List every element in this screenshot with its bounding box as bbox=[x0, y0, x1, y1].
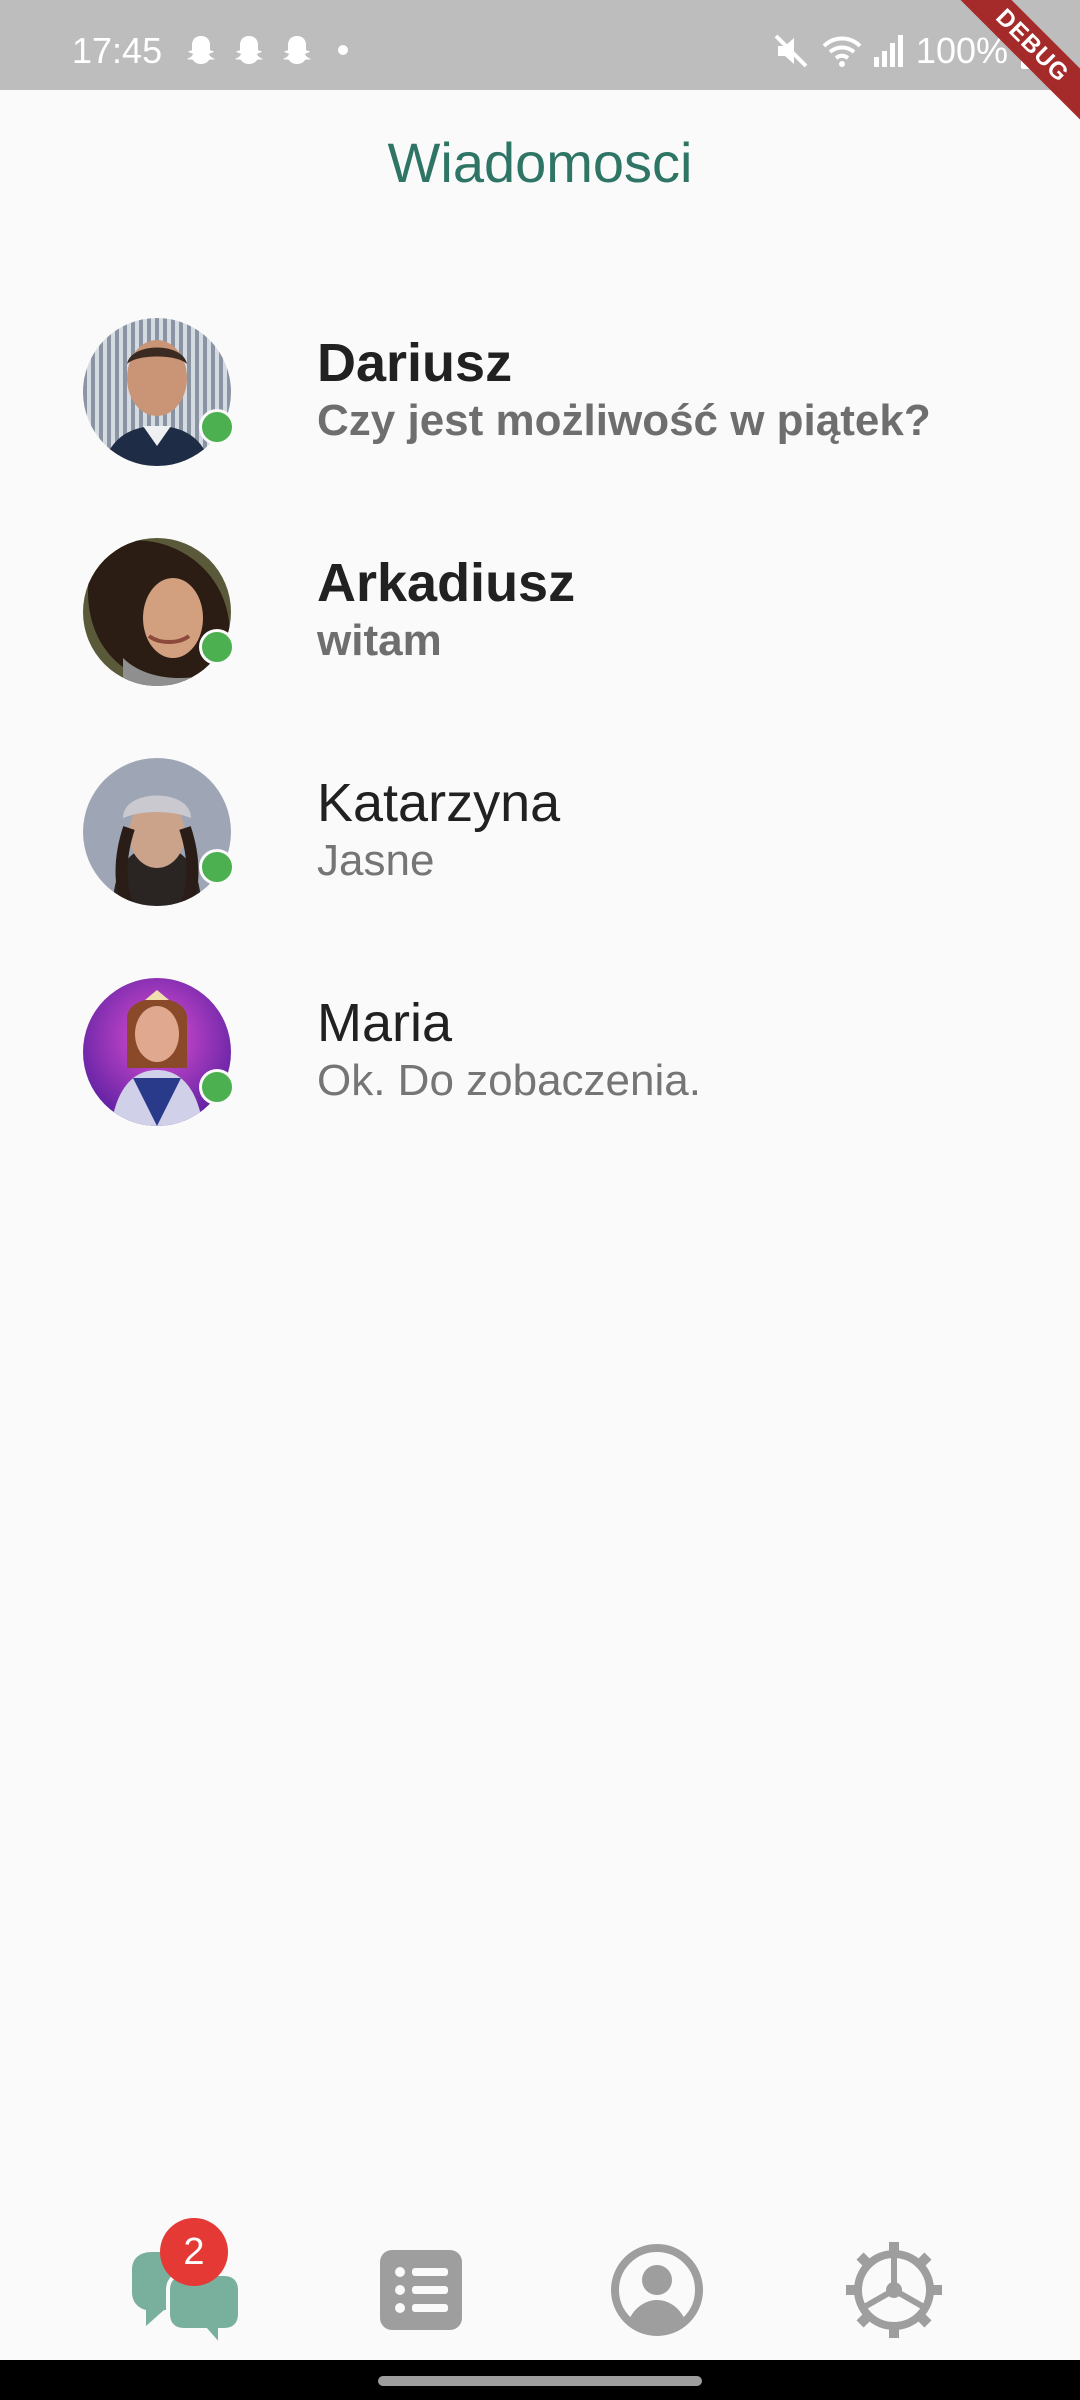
unread-badge: 2 bbox=[160, 2218, 228, 2286]
nav-profile-tab[interactable] bbox=[597, 2230, 717, 2350]
status-bar: 17:45 100% DEBUG bbox=[0, 0, 1080, 137]
nav-list-tab[interactable] bbox=[360, 2230, 480, 2350]
chat-name: Maria bbox=[317, 993, 453, 1053]
chat-last-message: Czy jest możliwość w piątek? bbox=[317, 396, 931, 445]
chat-last-message: Jasne bbox=[317, 836, 435, 885]
avatar bbox=[83, 978, 231, 1126]
signal-icon bbox=[873, 35, 903, 67]
chat-item-maria[interactable]: Maria Ok. Do zobaczenia. bbox=[0, 960, 1080, 1180]
home-indicator[interactable] bbox=[378, 2376, 702, 2386]
settings-gear-icon bbox=[846, 2242, 942, 2338]
nav-messages-tab[interactable]: 2 bbox=[124, 2218, 244, 2352]
chat-name: Dariusz bbox=[317, 333, 513, 393]
battery-percentage: 100% bbox=[915, 30, 1008, 71]
avatar bbox=[83, 318, 231, 466]
chat-item-katarzyna[interactable]: Katarzyna Jasne bbox=[0, 740, 1080, 960]
list-icon bbox=[380, 2250, 462, 2330]
avatar bbox=[83, 538, 231, 686]
chat-item-dariusz[interactable]: Dariusz Czy jest możliwość w piątek? bbox=[0, 300, 1080, 520]
status-time: 17:45 bbox=[72, 30, 163, 71]
chat-item-arkadiusz[interactable]: Arkadiusz witam bbox=[0, 520, 1080, 740]
chat-name: Katarzyna bbox=[317, 773, 561, 833]
notification-icons bbox=[184, 34, 348, 66]
online-indicator bbox=[199, 1069, 235, 1105]
system-nav-bar bbox=[0, 2360, 1080, 2400]
chat-name: Arkadiusz bbox=[317, 553, 576, 613]
online-indicator bbox=[199, 629, 235, 665]
chat-last-message: witam bbox=[317, 616, 442, 665]
online-indicator bbox=[199, 849, 235, 885]
chat-last-message: Ok. Do zobaczenia. bbox=[317, 1056, 701, 1105]
online-indicator bbox=[199, 409, 235, 445]
nav-settings-tab[interactable] bbox=[834, 2230, 954, 2350]
snapchat-icon bbox=[235, 36, 263, 64]
chat-list: Dariusz Czy jest możliwość w piątek? Ark… bbox=[0, 300, 1080, 1180]
wifi-icon bbox=[822, 36, 862, 67]
dot-icon bbox=[338, 45, 348, 55]
bottom-navigation: 2 bbox=[0, 2180, 1080, 2360]
page-title: Wiadomosci bbox=[387, 131, 693, 194]
mute-icon bbox=[774, 34, 808, 68]
profile-icon bbox=[611, 2244, 703, 2336]
avatar bbox=[83, 758, 231, 906]
snapchat-icon bbox=[283, 36, 311, 64]
messages-screen: 17:45 100% DEBUG Wiadomosci Dariusz Czy … bbox=[0, 0, 1080, 2400]
snapchat-icon bbox=[187, 36, 215, 64]
